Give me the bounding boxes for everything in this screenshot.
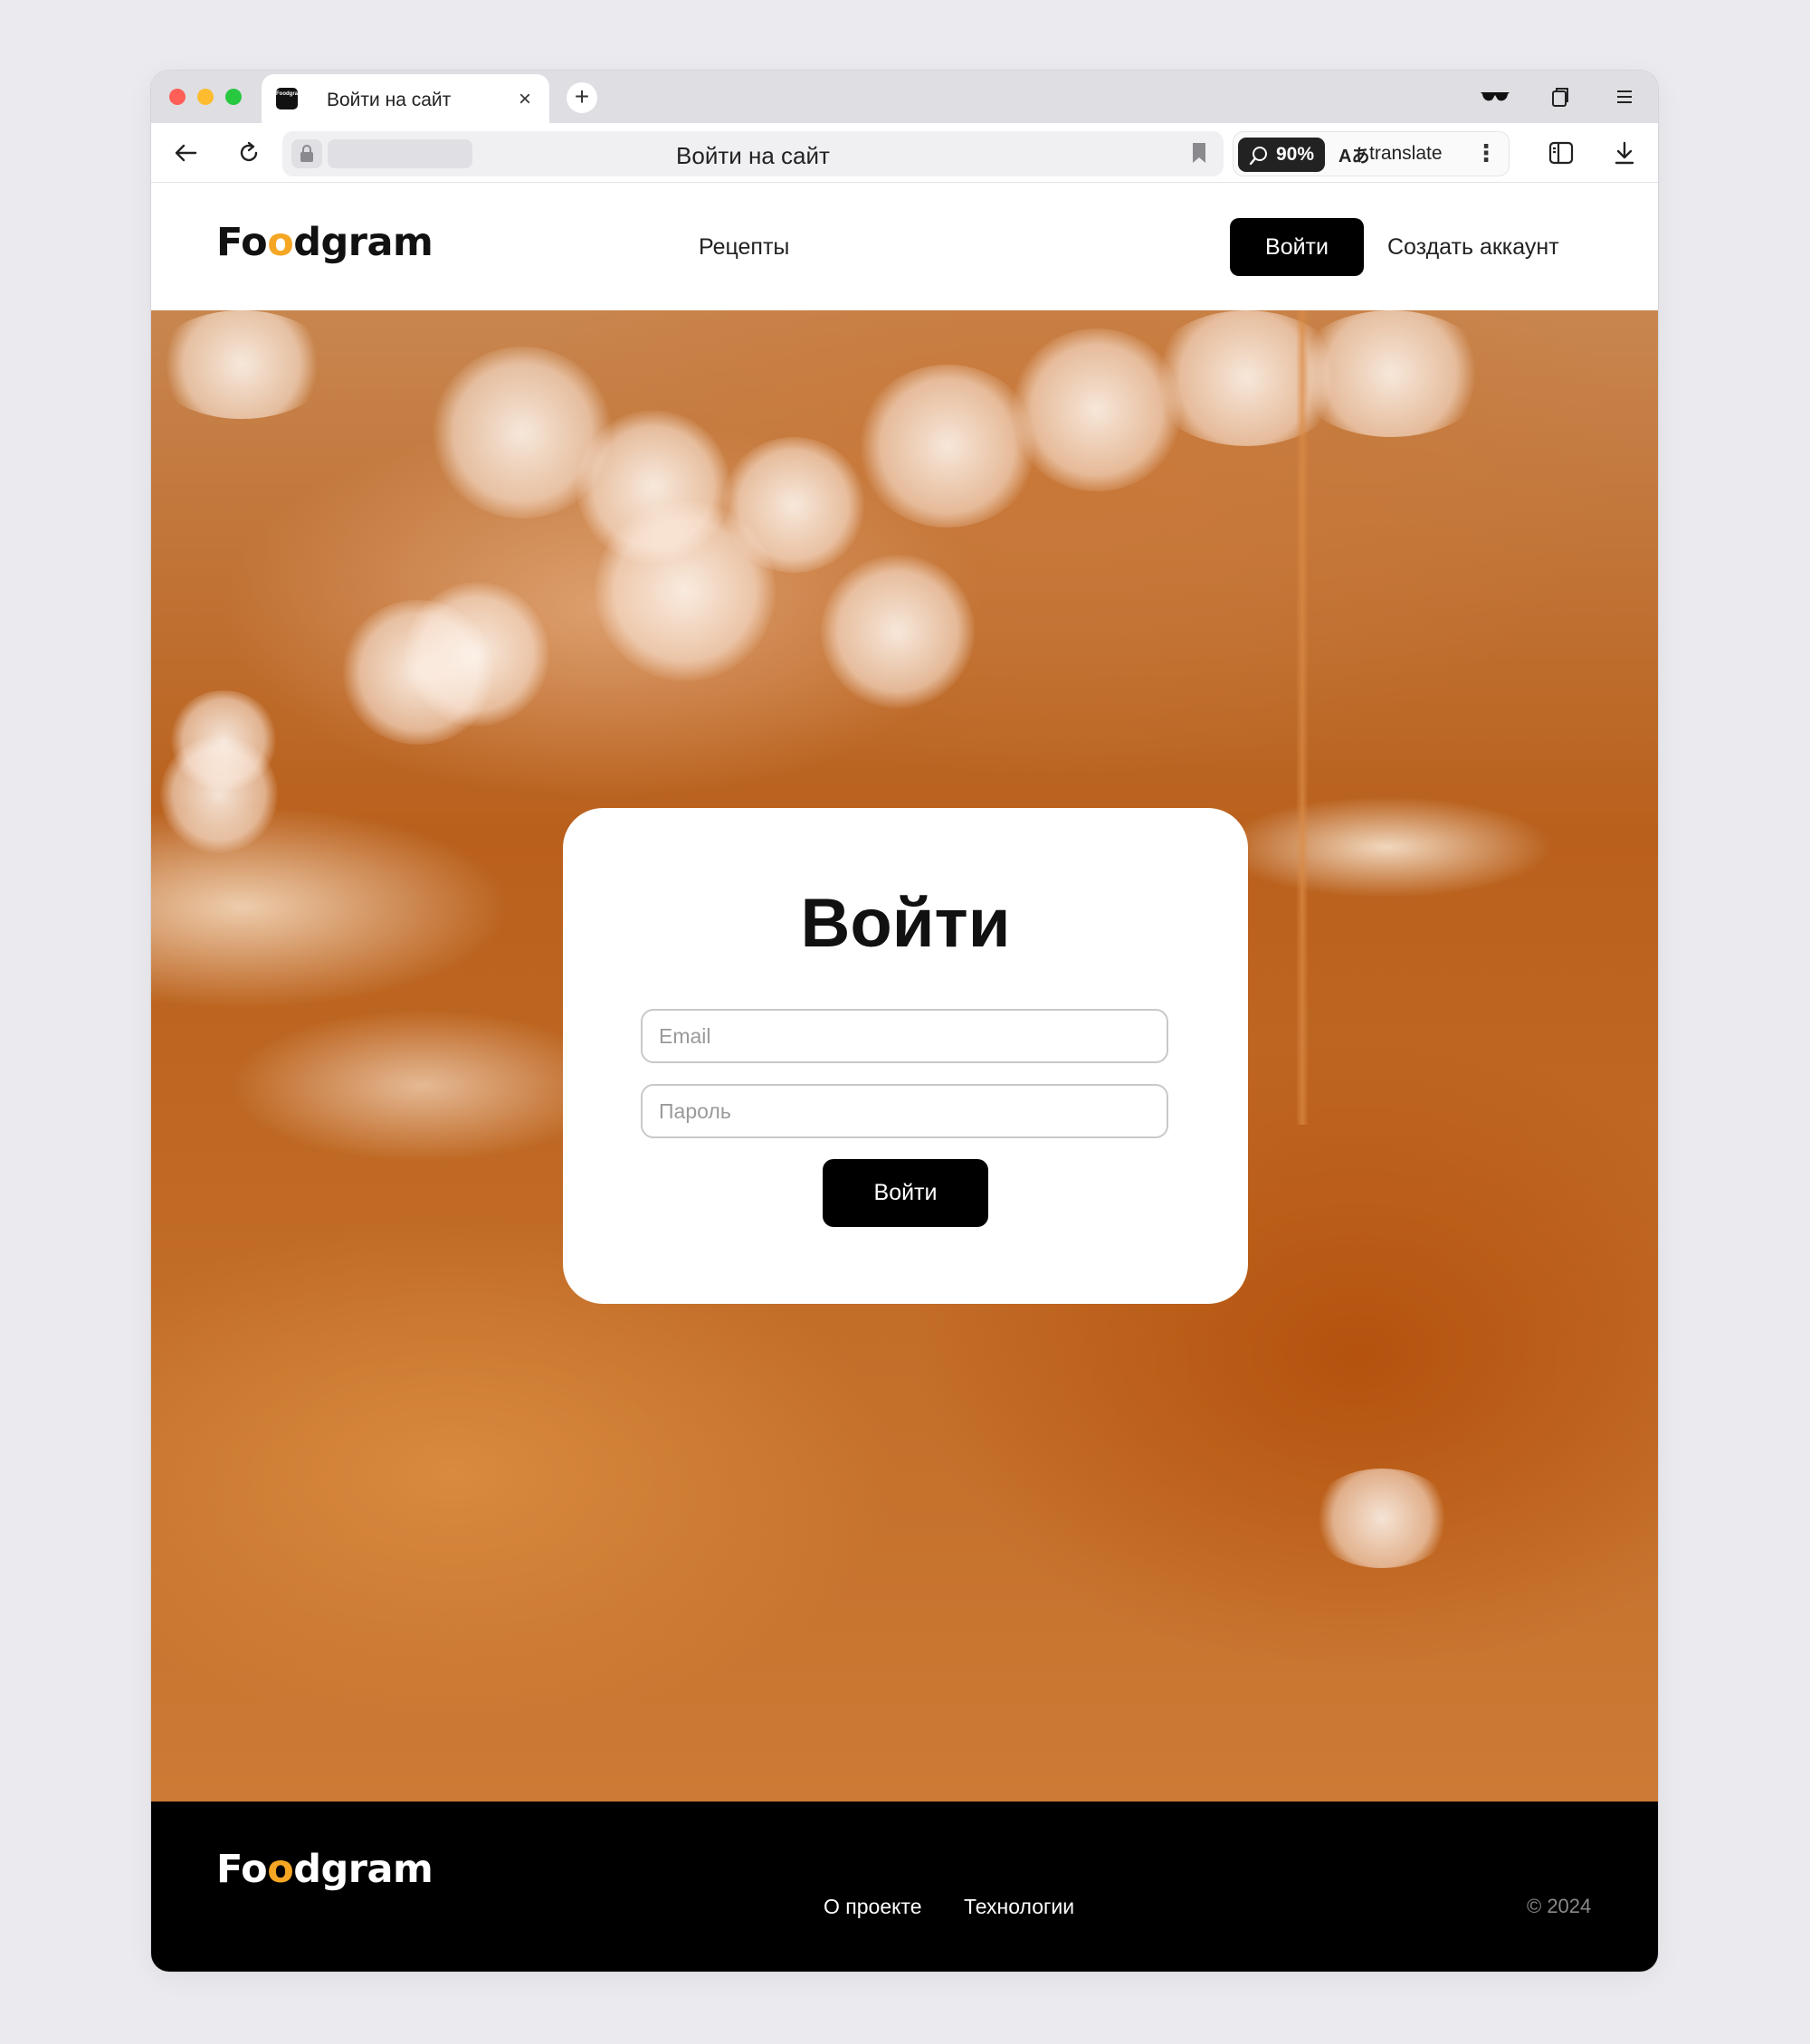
zoom-level-text: 90% — [1276, 144, 1315, 165]
browser-toolbar: Войти на сайт 90% Aあ translate ⋮ — [151, 123, 1658, 183]
reload-icon[interactable] — [233, 137, 265, 169]
footer-link-about[interactable]: О проекте — [824, 1895, 922, 1919]
address-bar[interactable]: Войти на сайт — [282, 131, 1224, 176]
bokeh-light — [1291, 310, 1491, 437]
tab-strip: Foodgram Войти на сайт × + — [151, 71, 1658, 123]
email-field[interactable] — [641, 1009, 1168, 1063]
logo-text-pre: Fo — [216, 1847, 268, 1892]
bokeh-light — [857, 365, 1038, 528]
site-footer: Foodgram О проекте Технологии © 2024 — [151, 1802, 1658, 1972]
minimize-window-button[interactable] — [197, 89, 214, 105]
bookmark-icon[interactable] — [1191, 142, 1207, 168]
new-tab-button[interactable]: + — [567, 82, 597, 113]
bokeh-light — [169, 690, 278, 790]
site-header: Foodgram Рецепты Войти Создать аккаунт — [151, 184, 1658, 310]
glasses-icon[interactable] — [1479, 81, 1511, 112]
tab-close-icon[interactable]: × — [519, 87, 531, 112]
sidebar-icon[interactable] — [1545, 137, 1577, 169]
footer-logo[interactable]: Foodgram — [216, 1847, 433, 1892]
browser-tab-active[interactable]: Foodgram Войти на сайт × — [262, 74, 549, 123]
favicon-icon: Foodgram — [276, 88, 298, 109]
nav-link-signup[interactable]: Создать аккаунт — [1387, 234, 1559, 261]
logo-text-post: dgram — [293, 1847, 433, 1892]
translate-button[interactable]: Aあ translate — [1338, 143, 1443, 166]
honey-drizzle — [1296, 310, 1309, 1125]
arrow-left-icon[interactable] — [169, 137, 202, 169]
bokeh-light — [1310, 1469, 1454, 1568]
login-title: Войти — [800, 885, 1011, 962]
search-icon — [1249, 147, 1267, 166]
translate-icon: Aあ — [1338, 147, 1370, 166]
close-window-button[interactable] — [169, 89, 186, 105]
tabs-icon[interactable] — [1544, 81, 1577, 112]
logo-mark: o — [267, 220, 294, 265]
login-card: Войти Войти — [563, 808, 1248, 1304]
footer-link-technologies[interactable]: Технологии — [964, 1895, 1074, 1919]
download-icon[interactable] — [1608, 137, 1641, 169]
logo-text-post: dgram — [293, 220, 433, 265]
login-submit-button[interactable]: Войти — [823, 1159, 988, 1227]
zoom-level-button[interactable]: 90% — [1238, 138, 1325, 172]
maximize-window-button[interactable] — [225, 89, 242, 105]
logo-mark: o — [267, 1847, 294, 1892]
site-logo[interactable]: Foodgram — [216, 220, 433, 265]
logo-text-pre: Fo — [216, 220, 268, 265]
browser-window: Foodgram Войти на сайт × + Войти на сайт — [151, 71, 1658, 1972]
more-options-icon[interactable]: ⋮ — [1474, 139, 1498, 167]
hero-background-image: Войти Войти — [151, 310, 1658, 1802]
tab-title: Войти на сайт — [327, 90, 452, 110]
bokeh-light — [821, 555, 975, 708]
bokeh-light — [151, 310, 332, 419]
zoom-translate-group: 90% Aあ translate ⋮ — [1233, 131, 1510, 176]
nav-link-recipes[interactable]: Рецепты — [699, 234, 789, 261]
translate-label: translate — [1369, 143, 1443, 164]
url-text: Войти на сайт — [676, 142, 830, 169]
password-field[interactable] — [641, 1084, 1168, 1138]
menu-icon[interactable] — [1608, 81, 1641, 112]
bokeh-light — [405, 582, 549, 727]
bokeh-light — [721, 437, 866, 573]
copyright-text: © 2024 — [1527, 1895, 1592, 1917]
header-login-button[interactable]: Войти — [1230, 218, 1364, 276]
